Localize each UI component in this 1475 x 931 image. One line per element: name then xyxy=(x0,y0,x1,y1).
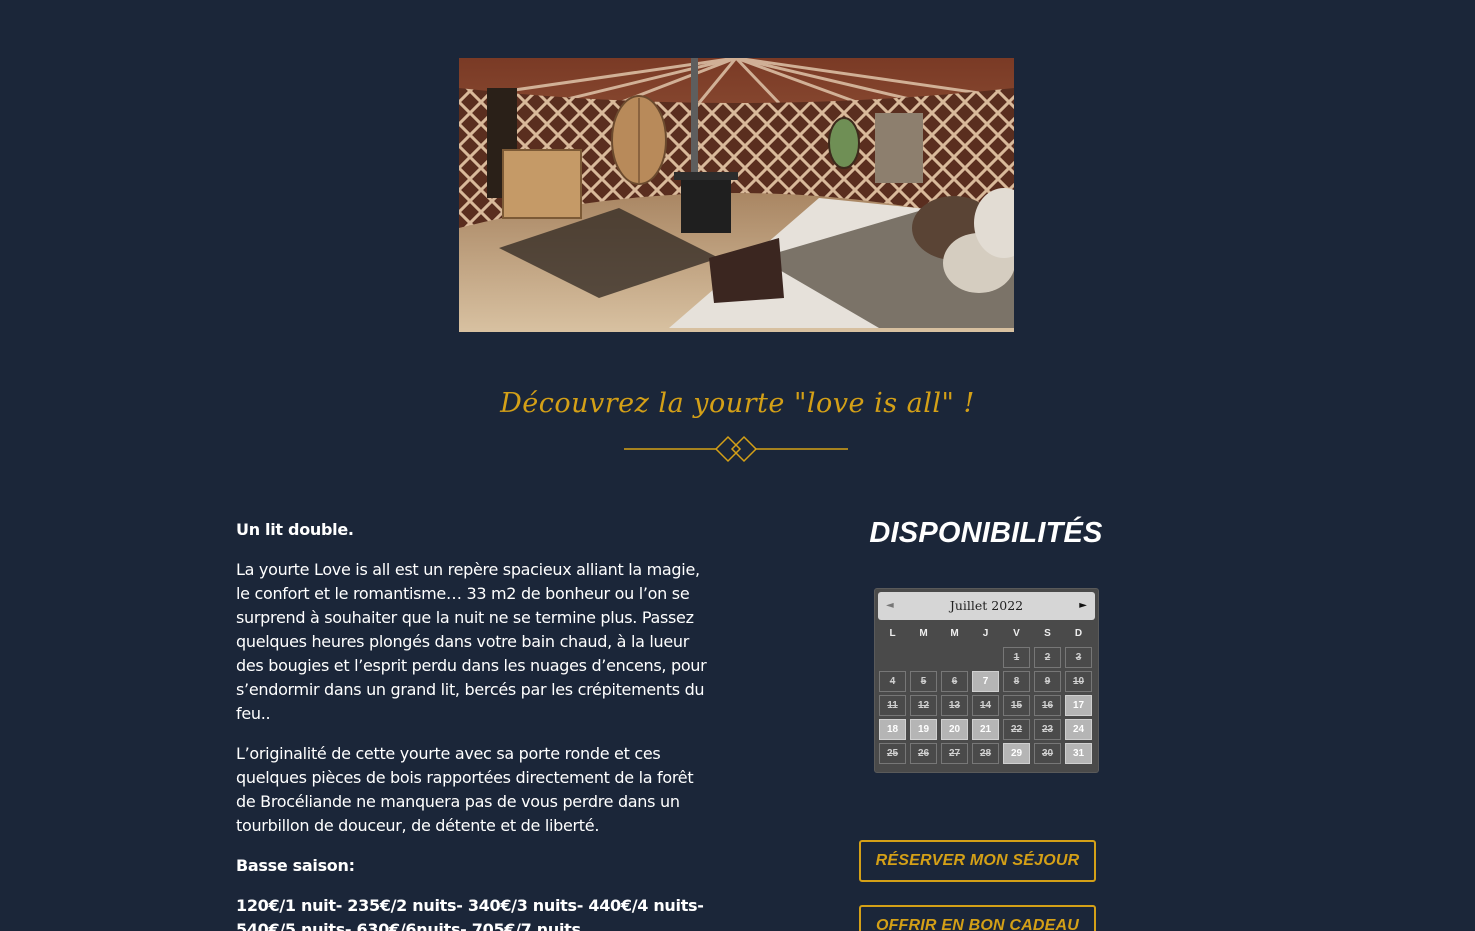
calendar-day-available[interactable]: 29 xyxy=(1003,743,1030,764)
prev-month-icon[interactable]: ◄ xyxy=(886,592,894,620)
calendar-day-booked: 30 xyxy=(1034,743,1061,764)
reserve-stay-button[interactable]: RÉSERVER MON SÉJOUR xyxy=(859,840,1096,882)
calendar-day-booked: 13 xyxy=(941,695,968,716)
calendar-day-booked: 26 xyxy=(910,743,937,764)
title-divider-ornament xyxy=(624,435,848,463)
weekday-header: M xyxy=(950,628,959,639)
season-label: Basse saison: xyxy=(236,856,355,875)
calendar-day-available[interactable]: 20 xyxy=(941,719,968,740)
calendar-blank-cell xyxy=(941,647,968,668)
calendar-day-booked: 11 xyxy=(879,695,906,716)
calendar-blank-cell xyxy=(972,647,999,668)
yurt-interior-illustration xyxy=(459,58,1014,332)
calendar-blank-cell xyxy=(910,647,937,668)
calendar-day-available[interactable]: 19 xyxy=(910,719,937,740)
section-title: Découvrez la yourte "love is all" ! xyxy=(500,388,975,419)
description-paragraph-1: La yourte Love is all est un repère spac… xyxy=(236,560,707,723)
calendar-day-booked: 25 xyxy=(879,743,906,764)
calendar-day-available[interactable]: 18 xyxy=(879,719,906,740)
gift-voucher-button[interactable]: OFFRIR EN BON CADEAU xyxy=(859,905,1096,931)
description: Un lit double. La yourte Love is all est… xyxy=(236,518,716,931)
calendar-day-booked: 15 xyxy=(1003,695,1030,716)
calendar-day-booked: 8 xyxy=(1003,671,1030,692)
calendar-day-booked: 6 xyxy=(941,671,968,692)
calendar-day-booked: 3 xyxy=(1065,647,1092,668)
availability-calendar: ◄ Juillet 2022 ► L M M J V S D 1 2 3 4 5 6 7 8 9 10 11 12 1… xyxy=(874,588,1099,773)
calendar-day-booked: 9 xyxy=(1034,671,1061,692)
availability-title: DISPONIBILITÉS xyxy=(869,517,1103,549)
calendar-blank-cell xyxy=(879,647,906,668)
calendar-day-booked: 27 xyxy=(941,743,968,764)
description-paragraph-2: L’originalité de cette yourte avec sa po… xyxy=(236,744,694,835)
hero-image xyxy=(459,58,1014,332)
calendar-grid: L M M J V S D 1 2 3 4 5 6 7 8 9 10 11 12 13 14 15 16 17 18 19 20 21… xyxy=(878,624,1095,764)
weekday-header: S xyxy=(1044,628,1051,639)
weekday-header: V xyxy=(1013,628,1020,639)
weekday-header: M xyxy=(919,628,928,639)
price-list: 120€/1 nuit- 235€/2 nuits- 340€/3 nuits-… xyxy=(236,896,704,931)
calendar-day-booked: 28 xyxy=(972,743,999,764)
calendar-day-booked: 22 xyxy=(1003,719,1030,740)
calendar-day-available[interactable]: 21 xyxy=(972,719,999,740)
calendar-day-available[interactable]: 17 xyxy=(1065,695,1092,716)
calendar-day-booked: 23 xyxy=(1034,719,1061,740)
calendar-day-booked: 16 xyxy=(1034,695,1061,716)
calendar-day-available[interactable]: 7 xyxy=(972,671,999,692)
weekday-header: D xyxy=(1074,628,1083,639)
weekday-header: L xyxy=(889,628,896,639)
weekday-header: J xyxy=(982,628,989,639)
calendar-day-booked: 12 xyxy=(910,695,937,716)
calendar-day-booked: 5 xyxy=(910,671,937,692)
next-month-icon[interactable]: ► xyxy=(1079,592,1087,620)
calendar-day-booked: 14 xyxy=(972,695,999,716)
bed-info: Un lit double. xyxy=(236,520,354,539)
calendar-day-available[interactable]: 31 xyxy=(1065,743,1092,764)
calendar-day-booked: 1 xyxy=(1003,647,1030,668)
calendar-header: ◄ Juillet 2022 ► xyxy=(878,592,1095,620)
calendar-day-booked: 2 xyxy=(1034,647,1061,668)
calendar-day-available[interactable]: 24 xyxy=(1065,719,1092,740)
calendar-day-booked: 4 xyxy=(879,671,906,692)
calendar-month-label: Juillet 2022 xyxy=(949,598,1024,613)
calendar-day-booked: 10 xyxy=(1065,671,1092,692)
